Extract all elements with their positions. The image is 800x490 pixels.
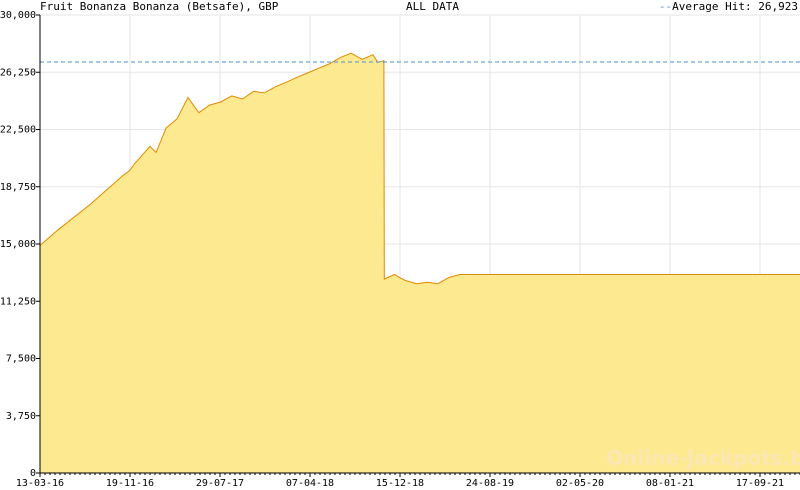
jackpot-chart: 03,7507,50011,25015,00018,75022,50026,25… <box>0 10 800 489</box>
x-tick-label: 15-12-18 <box>376 478 424 489</box>
x-tick-label: 07-04-18 <box>286 478 334 489</box>
x-tick-label: 24-08-19 <box>466 478 514 489</box>
y-tick-label: 30,000 <box>0 10 36 21</box>
x-tick-label: 29-07-17 <box>196 478 244 489</box>
y-tick-label: 7,500 <box>6 354 36 365</box>
y-tick-label: 26,250 <box>0 67 36 78</box>
x-tick-label: 19-11-16 <box>106 478 154 489</box>
x-tick-label: 02-05-20 <box>556 478 604 489</box>
watermark: Online-Jackpots.biz <box>606 446 800 470</box>
x-tick-label: 17-09-21 <box>736 478 784 489</box>
y-tick-label: 18,750 <box>0 182 36 193</box>
y-tick-label: 11,250 <box>0 296 36 307</box>
x-tick-label: 13-03-16 <box>16 478 64 489</box>
y-tick-label: 15,000 <box>0 239 36 250</box>
y-tick-label: 3,750 <box>6 411 36 422</box>
y-tick-label: 22,500 <box>0 125 36 136</box>
x-tick-label: 08-01-21 <box>646 478 694 489</box>
